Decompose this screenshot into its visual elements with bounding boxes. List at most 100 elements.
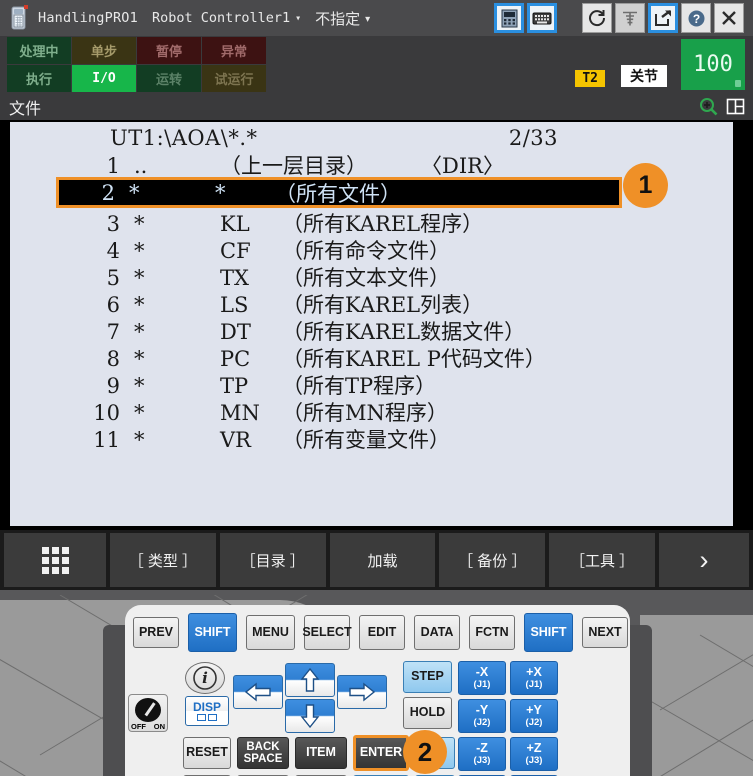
key-sub-label: (J2) bbox=[525, 716, 543, 728]
override-nub-icon bbox=[735, 80, 741, 87]
svg-text:i: i bbox=[202, 669, 208, 687]
row-desc: （所有TP程序） bbox=[282, 374, 437, 398]
minus-x-j1-key[interactable]: -X (J1) bbox=[458, 661, 506, 695]
power-knob[interactable]: OFF ON bbox=[128, 694, 168, 732]
knob-off-label: OFF bbox=[131, 722, 146, 731]
file-row-7[interactable]: 7 * DT （所有KAREL数据文件） bbox=[10, 316, 733, 344]
plus-z-j3-key[interactable]: +Z (J3) bbox=[510, 737, 558, 771]
title-bar: HandlingPRO1 Robot Controller1 ▾ 不指定 ▾ ? bbox=[0, 0, 753, 36]
prev-key[interactable]: PREV bbox=[133, 617, 179, 648]
panel-layout-icon[interactable] bbox=[726, 97, 745, 116]
row-desc: （所有文件） bbox=[275, 181, 401, 206]
arrow-down-key[interactable] bbox=[285, 699, 335, 733]
reset-key[interactable]: RESET bbox=[183, 737, 231, 769]
fkey-menu-grid[interactable] bbox=[4, 533, 106, 587]
row-ext: TX bbox=[220, 266, 249, 290]
row-name: * bbox=[134, 401, 145, 425]
file-row-11[interactable]: 11 * VR （所有变量文件） bbox=[10, 424, 733, 452]
next-key[interactable]: NEXT bbox=[582, 617, 628, 648]
enter-key[interactable]: ENTER bbox=[353, 735, 409, 771]
plus-x-j1-key[interactable]: +X (J1) bbox=[510, 661, 558, 695]
disp-key-label: DISP bbox=[192, 700, 221, 715]
help-button[interactable]: ? bbox=[681, 3, 711, 33]
shift-right-key[interactable]: SHIFT bbox=[524, 613, 573, 652]
page-title: 文件 bbox=[9, 100, 42, 118]
row-desc: （所有文本文件） bbox=[282, 266, 450, 290]
row-ext: KL bbox=[220, 212, 250, 236]
key-sub-label: (J1) bbox=[473, 678, 491, 690]
led-io: I/O bbox=[72, 65, 136, 92]
info-key[interactable]: i bbox=[185, 662, 225, 694]
menu-key[interactable]: MENU bbox=[246, 615, 295, 650]
row-name: * bbox=[134, 293, 145, 317]
file-row-5[interactable]: 5 * TX （所有文本文件） bbox=[10, 262, 733, 290]
file-row-6[interactable]: 6 * LS （所有KAREL列表） bbox=[10, 289, 733, 317]
fctn-key[interactable]: FCTN bbox=[469, 615, 515, 650]
popout-button[interactable] bbox=[648, 3, 678, 33]
row-index: 3 bbox=[106, 212, 120, 236]
close-button[interactable] bbox=[714, 3, 744, 33]
reset-button[interactable] bbox=[582, 3, 612, 33]
status-bar-tags: T2 关节 bbox=[266, 36, 681, 93]
tree-button[interactable] bbox=[615, 3, 645, 33]
controller-label: Robot Controller1 bbox=[151, 10, 291, 26]
file-row-8[interactable]: 8 * PC （所有KAREL P代码文件） bbox=[10, 343, 733, 371]
disp-key[interactable]: DISP bbox=[185, 696, 229, 726]
row-desc: （所有命令文件） bbox=[282, 239, 450, 263]
arrow-left-key[interactable] bbox=[233, 675, 283, 709]
arrow-down-icon bbox=[300, 704, 320, 729]
file-row-9[interactable]: 9 * TP （所有TP程序） bbox=[10, 370, 733, 398]
row-name: * bbox=[134, 374, 145, 398]
callout-badge-1: 1 bbox=[623, 163, 668, 208]
keyboard-view-button[interactable] bbox=[527, 3, 557, 33]
unspecified-selector[interactable]: 不指定 ▾ bbox=[315, 8, 370, 29]
row-name: * bbox=[129, 180, 140, 205]
fkey-backup[interactable]: ［ 备份 ］ bbox=[439, 533, 546, 587]
step-key[interactable]: STEP bbox=[403, 661, 452, 693]
override-value: 100 bbox=[693, 52, 733, 77]
row-ext: * bbox=[215, 180, 226, 205]
file-row-2-selected[interactable]: 2 * * （所有文件） bbox=[56, 177, 622, 208]
file-row-1[interactable]: 1 .. （上一层目录） 〈DIR〉 bbox=[10, 150, 733, 178]
row-name: * bbox=[134, 266, 145, 290]
file-row-4[interactable]: 4 * CF （所有命令文件） bbox=[10, 235, 733, 263]
item-counter: 2/33 bbox=[508, 126, 558, 150]
mode-badge: T2 bbox=[575, 70, 605, 87]
select-key[interactable]: SELECT bbox=[302, 615, 352, 650]
hold-key[interactable]: HOLD bbox=[403, 697, 452, 729]
edit-key[interactable]: EDIT bbox=[359, 615, 405, 650]
fkey-load[interactable]: 加载 bbox=[329, 533, 436, 587]
callout-badge-2: 2 bbox=[403, 730, 447, 774]
knob-on-label: ON bbox=[153, 722, 165, 731]
file-row-3[interactable]: 3 * KL （所有KAREL程序） bbox=[10, 208, 733, 236]
item-key[interactable]: ITEM bbox=[295, 737, 347, 769]
row-ext: PC bbox=[220, 347, 251, 371]
data-key[interactable]: DATA bbox=[414, 615, 460, 650]
chevron-down-icon: ▾ bbox=[295, 12, 302, 24]
minus-z-j3-key[interactable]: -Z (J3) bbox=[458, 737, 506, 771]
pendant-view-button[interactable] bbox=[494, 3, 524, 33]
row-index: 6 bbox=[106, 293, 120, 317]
zoom-in-icon[interactable] bbox=[699, 97, 718, 116]
fkey-tools[interactable]: ［工具 ］ bbox=[549, 533, 655, 587]
shift-left-key[interactable]: SHIFT bbox=[188, 613, 237, 652]
row-desc: （上一层目录） bbox=[220, 154, 367, 178]
fkey-next-page[interactable]: › bbox=[658, 533, 749, 587]
panel-header: 文件 bbox=[0, 93, 753, 120]
pendant-right-edge bbox=[628, 625, 652, 776]
minus-y-j2-key[interactable]: -Y (J2) bbox=[458, 699, 506, 733]
arrow-up-key[interactable] bbox=[285, 663, 335, 697]
file-row-10[interactable]: 10 * MN （所有MN程序） bbox=[10, 397, 733, 425]
disp-split-icon bbox=[197, 713, 217, 721]
row-ext: CF bbox=[220, 239, 251, 263]
app-title: HandlingPRO1 bbox=[38, 10, 138, 26]
plus-y-j2-key[interactable]: +Y (J2) bbox=[510, 699, 558, 733]
row-index: 4 bbox=[106, 239, 120, 263]
backspace-key[interactable]: BACK SPACE bbox=[237, 737, 289, 769]
fkey-directory[interactable]: ［目录 ］ bbox=[219, 533, 326, 587]
fkey-type[interactable]: ［ 类型 ］ bbox=[110, 533, 216, 587]
arrow-right-key[interactable] bbox=[337, 675, 387, 709]
row-index: 9 bbox=[106, 374, 120, 398]
key-sub-label: (J3) bbox=[525, 754, 543, 766]
controller-selector[interactable]: Robot Controller1 ▾ bbox=[152, 10, 301, 26]
